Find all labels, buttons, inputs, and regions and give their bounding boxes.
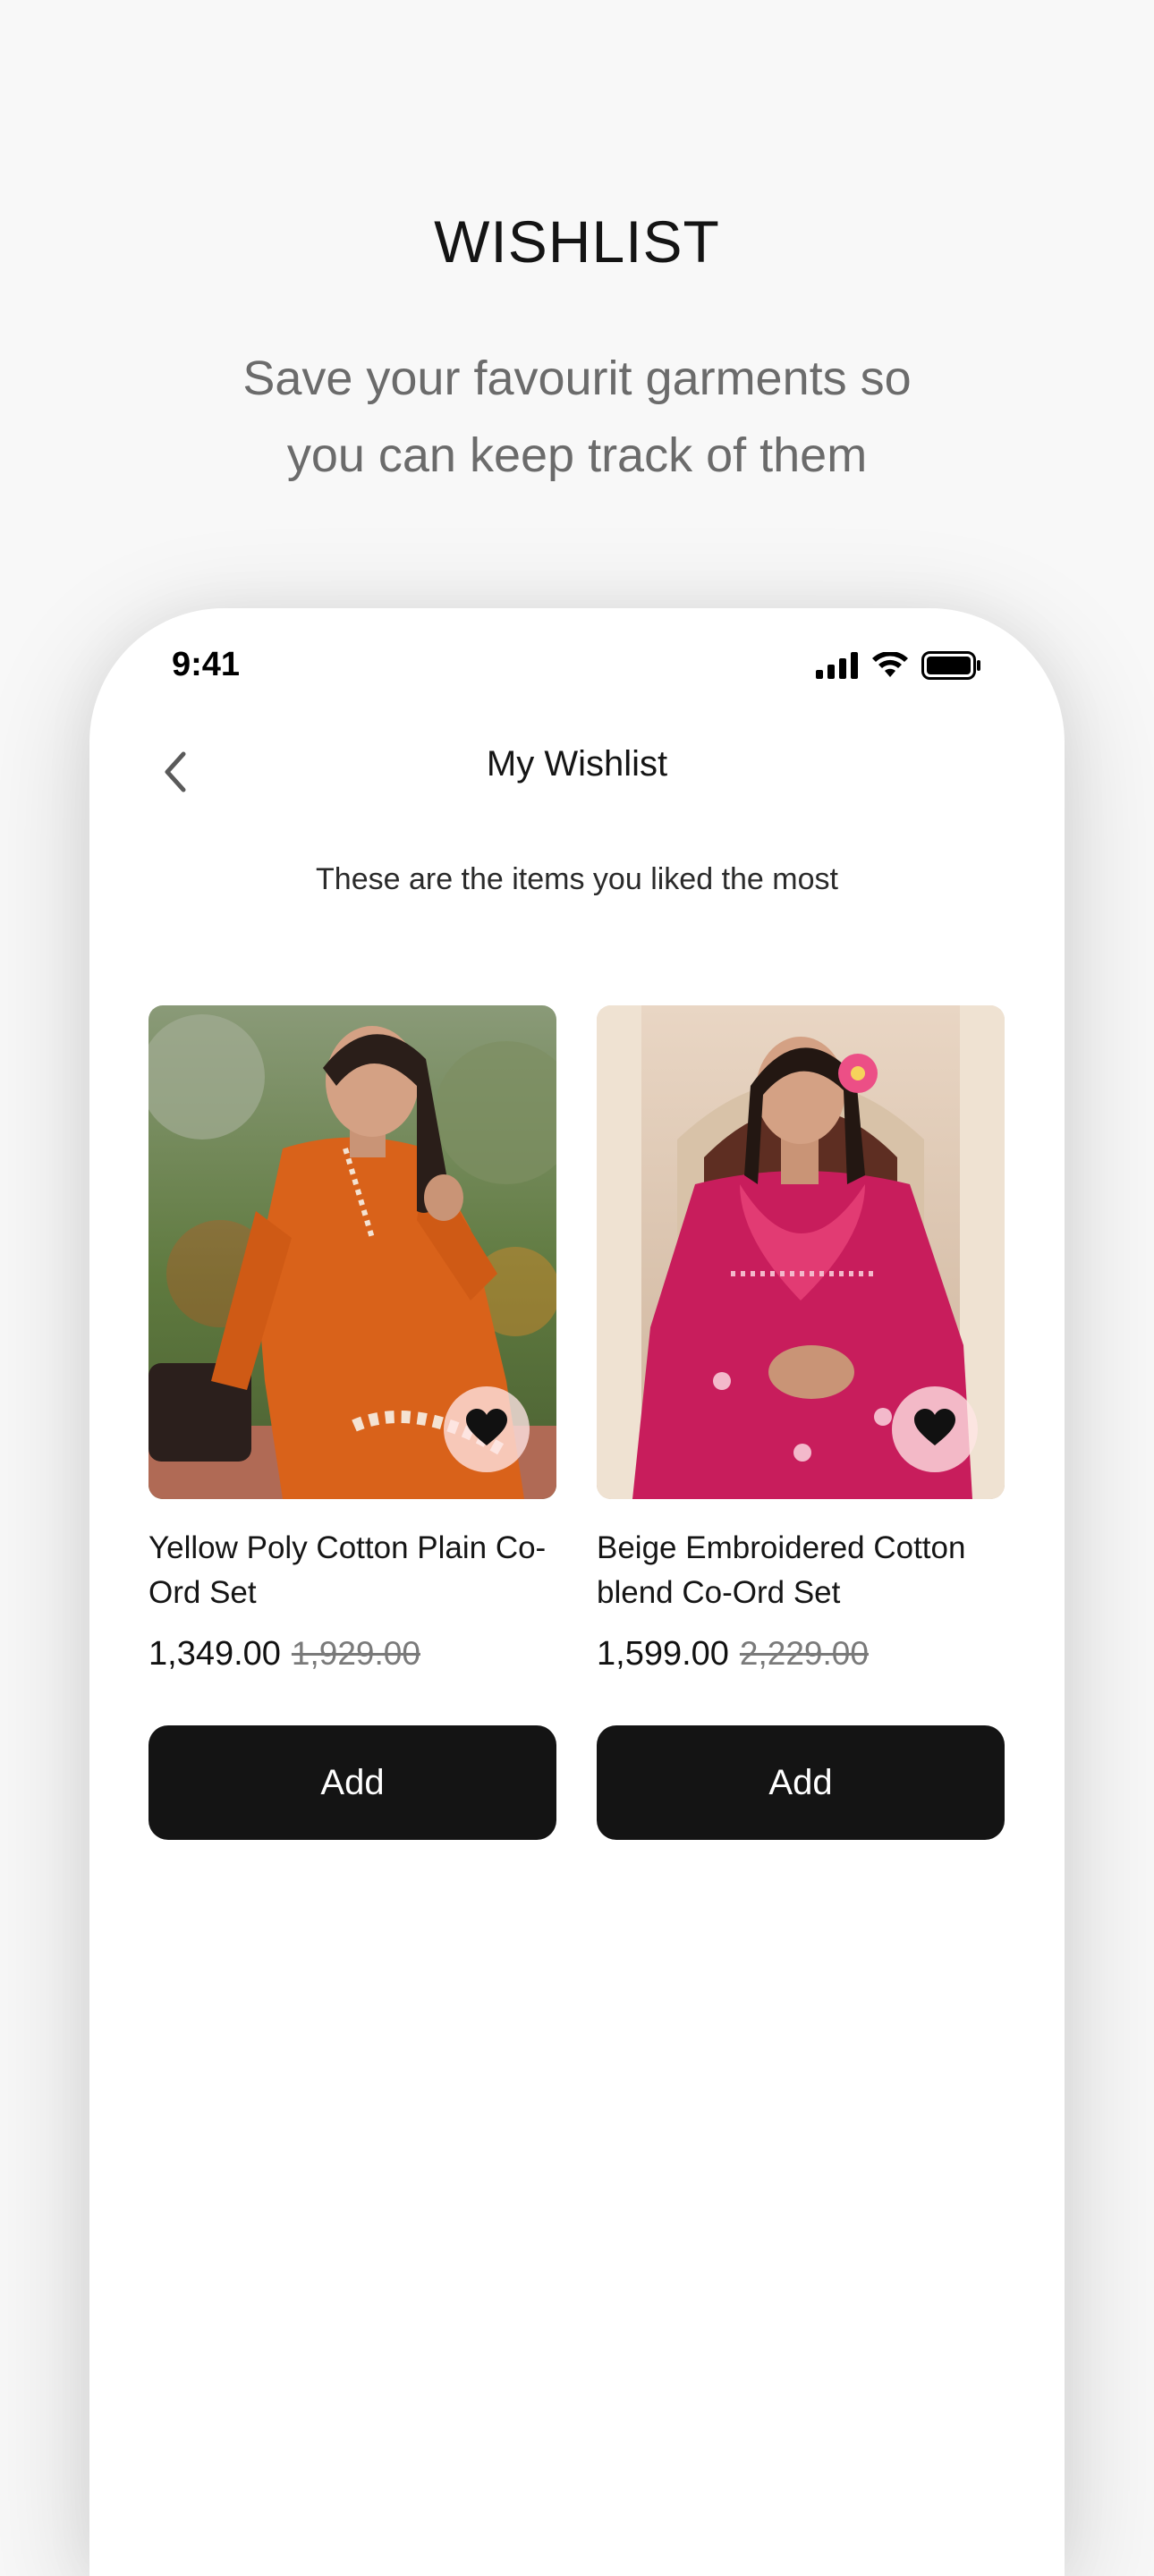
product-original-price: 2,229.00 xyxy=(739,1635,869,1672)
wishlist-subheading: These are the items you liked the most xyxy=(316,862,838,896)
add-to-cart-button[interactable]: Add xyxy=(597,1725,1005,1840)
promo-subtitle: Save your favourit garments so you can k… xyxy=(0,340,1154,494)
favorite-button[interactable] xyxy=(444,1386,530,1472)
product-card[interactable]: Yellow Poly Cotton Plain Co-Ord Set 1,34… xyxy=(148,1005,556,1840)
product-price: 1,349.00 xyxy=(148,1635,281,1673)
product-image[interactable] xyxy=(148,1005,556,1499)
product-name[interactable]: Beige Embroidered Cotton blend Co-Ord Se… xyxy=(597,1526,1005,1615)
product-name[interactable]: Yellow Poly Cotton Plain Co-Ord Set xyxy=(148,1526,556,1615)
favorite-button[interactable] xyxy=(892,1386,978,1472)
status-icons xyxy=(816,648,982,683)
phone-frame: 9:41 My Wishlist These are the items you… xyxy=(89,608,1065,2576)
cellular-signal-icon xyxy=(816,652,859,679)
heart-icon xyxy=(912,1408,957,1452)
wifi-icon xyxy=(871,652,909,679)
promo-title: WISHLIST xyxy=(434,208,720,275)
page-title: My Wishlist xyxy=(486,744,668,784)
product-image[interactable] xyxy=(597,1005,1005,1499)
product-price: 1,599.00 xyxy=(597,1635,729,1673)
product-original-price: 1,929.00 xyxy=(291,1635,420,1672)
add-to-cart-button[interactable]: Add xyxy=(148,1725,556,1840)
price-row: 1,349.00 1,929.00 xyxy=(148,1635,556,1674)
product-card[interactable]: Beige Embroidered Cotton blend Co-Ord Se… xyxy=(597,1005,1005,1840)
promo-subtitle-line-2: you can keep track of them xyxy=(286,428,868,482)
battery-icon xyxy=(921,651,982,680)
promo-subtitle-line-1: Save your favourit garments so xyxy=(242,352,912,405)
heart-icon xyxy=(464,1408,509,1452)
status-time: 9:41 xyxy=(172,646,241,683)
price-row: 1,599.00 2,229.00 xyxy=(597,1635,1005,1674)
